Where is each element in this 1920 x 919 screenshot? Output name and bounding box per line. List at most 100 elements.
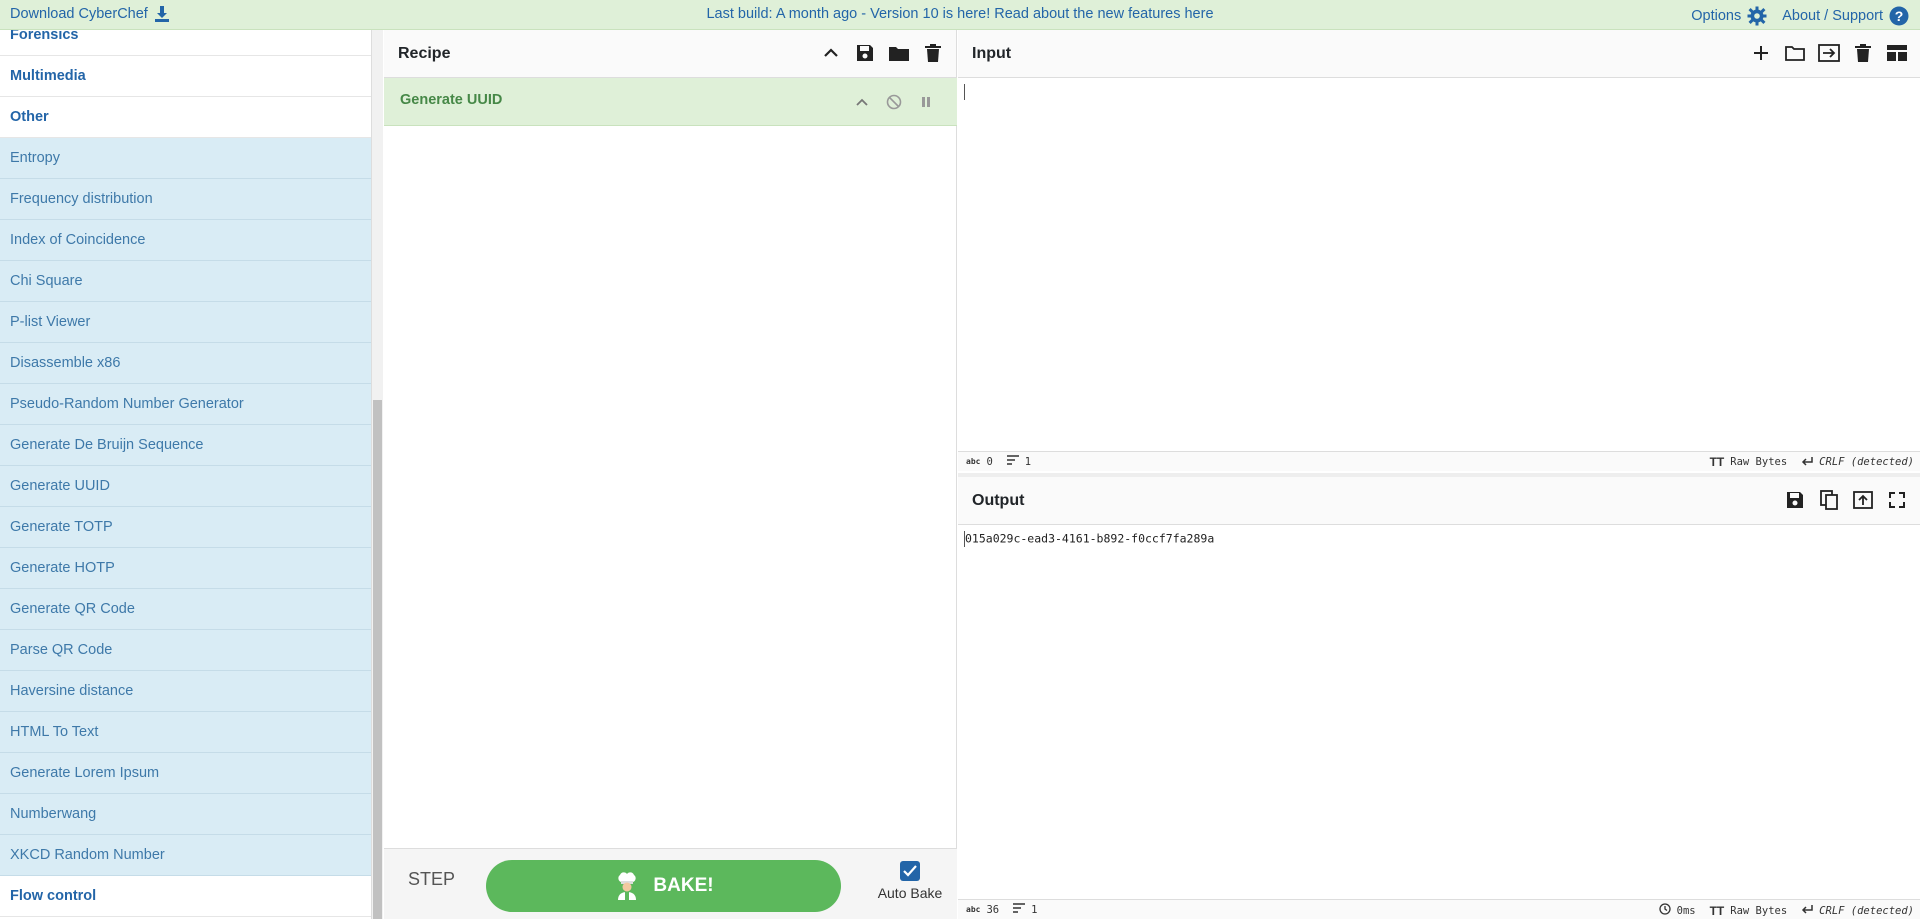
text-size-icon: TT: [1709, 903, 1725, 918]
bake-bar: STEP BAKE! Auto Bake: [384, 848, 957, 919]
open-folder-icon[interactable]: [1784, 42, 1806, 64]
copy-icon[interactable]: [1818, 489, 1840, 511]
scrollbar-thumb[interactable]: [373, 400, 382, 919]
lines-icon: [1006, 455, 1019, 468]
help-icon[interactable]: ?: [1888, 5, 1910, 27]
bake-label: BAKE!: [653, 875, 714, 896]
download-icon[interactable]: [154, 6, 170, 22]
operation-item[interactable]: Entropy: [0, 138, 371, 179]
folder-icon[interactable]: [888, 42, 910, 64]
operations-list: Forensics Multimedia Other Entropy Frequ…: [0, 30, 371, 917]
step-button[interactable]: STEP: [408, 869, 455, 890]
disable-icon[interactable]: [883, 91, 905, 113]
input-length: 0: [986, 455, 993, 468]
bake-button[interactable]: BAKE!: [486, 860, 841, 912]
recipe-operation[interactable]: Generate UUID: [384, 78, 957, 126]
category-forensics[interactable]: Forensics: [0, 30, 371, 56]
recipe-operation-name: Generate UUID: [400, 92, 503, 108]
operation-item[interactable]: Haversine distance: [0, 671, 371, 712]
svg-text:?: ?: [1895, 8, 1904, 24]
operation-item[interactable]: Disassemble x86: [0, 343, 371, 384]
operations-scrollbar[interactable]: [372, 30, 383, 919]
operation-item[interactable]: Generate Lorem Ipsum: [0, 753, 371, 794]
input-lines: 1: [1024, 455, 1032, 468]
operation-item[interactable]: Generate UUID: [0, 466, 371, 507]
input-encoding[interactable]: TT Raw Bytes: [1710, 455, 1788, 469]
output-panel: Output 015a029c-ead3-4161-b892-f0ccf7fa2…: [958, 477, 1920, 919]
output-time: 0ms: [1676, 904, 1696, 917]
operation-item[interactable]: P-list Viewer: [0, 302, 371, 343]
output-eol[interactable]: CRLF (detected): [1801, 904, 1914, 917]
category-flow-control[interactable]: Flow control: [0, 876, 371, 917]
recipe-title: Recipe: [398, 44, 451, 62]
top-banner: Download CyberChef Last build: A month a…: [0, 0, 1920, 30]
output-textarea[interactable]: 015a029c-ead3-4161-b892-f0ccf7fa289a: [958, 525, 1920, 553]
return-icon: [1801, 456, 1813, 469]
operation-item[interactable]: Numberwang: [0, 794, 371, 835]
output-length: 36: [986, 903, 1000, 916]
about-button[interactable]: About / Support ?: [1782, 5, 1910, 27]
trash-icon[interactable]: [922, 42, 944, 64]
download-label[interactable]: Download CyberChef: [10, 6, 148, 22]
output-title: Output: [972, 491, 1025, 509]
operation-item[interactable]: Generate TOTP: [0, 507, 371, 548]
about-label[interactable]: About / Support: [1782, 8, 1883, 24]
operation-item[interactable]: XKCD Random Number: [0, 835, 371, 876]
replace-input-icon[interactable]: [1852, 489, 1874, 511]
category-other[interactable]: Other: [0, 97, 371, 138]
length-icon: abc: [966, 457, 981, 466]
clear-input-icon[interactable]: [1852, 42, 1874, 64]
length-icon: abc: [966, 905, 981, 914]
operations-panel: Forensics Multimedia Other Entropy Frequ…: [0, 30, 372, 919]
input-eol[interactable]: CRLF (detected): [1801, 456, 1914, 469]
input-panel: Input abc 0 1 TT Raw Bytes CRLF (detected): [958, 30, 1920, 474]
operation-item[interactable]: Generate HOTP: [0, 548, 371, 589]
autobake-label: Auto Bake: [877, 885, 943, 901]
output-lines: 1: [1031, 903, 1038, 916]
output-encoding[interactable]: TT Raw Bytes: [1710, 904, 1788, 918]
category-multimedia[interactable]: Multimedia: [0, 56, 371, 97]
operation-item[interactable]: Pseudo-Random Number Generator: [0, 384, 371, 425]
save-icon[interactable]: [854, 42, 876, 64]
input-encoding-label: Raw Bytes: [1730, 456, 1788, 468]
build-message-link[interactable]: Last build: A month ago - Version 10 is …: [706, 6, 1213, 22]
operation-item[interactable]: Generate QR Code: [0, 589, 371, 630]
input-header: Input: [958, 30, 1920, 78]
output-encoding-label: Raw Bytes: [1730, 904, 1788, 917]
input-eol-label: CRLF (detected): [1819, 456, 1914, 468]
pause-icon[interactable]: [915, 91, 937, 113]
lines-icon: [1013, 903, 1026, 916]
save-output-icon[interactable]: [1784, 489, 1806, 511]
clock-icon: [1658, 903, 1671, 918]
output-value: 015a029c-ead3-4161-b892-f0ccf7fa289a: [965, 531, 1215, 546]
operation-item[interactable]: Index of Coincidence: [0, 220, 371, 261]
options-button[interactable]: Options: [1691, 5, 1768, 27]
open-file-icon[interactable]: [1818, 42, 1840, 64]
operation-item[interactable]: Generate De Bruijn Sequence: [0, 425, 371, 466]
collapse-icon[interactable]: [851, 91, 873, 113]
chevron-up-icon[interactable]: [820, 42, 842, 64]
input-textarea[interactable]: [958, 78, 1920, 106]
layout-icon[interactable]: [1886, 42, 1908, 64]
output-eol-label: CRLF (detected): [1819, 904, 1914, 917]
operation-item[interactable]: Chi Square: [0, 261, 371, 302]
autobake-toggle[interactable]: Auto Bake: [870, 861, 950, 901]
add-tab-icon[interactable]: [1750, 42, 1772, 64]
input-title: Input: [972, 44, 1012, 62]
options-label[interactable]: Options: [1691, 8, 1741, 24]
download-link[interactable]: Download CyberChef: [10, 6, 170, 22]
operation-item[interactable]: HTML To Text: [0, 712, 371, 753]
recipe-panel: Recipe Generate UUID STEP BAKE! Auto Bak…: [384, 30, 957, 919]
operation-item[interactable]: Frequency distribution: [0, 179, 371, 220]
output-statusbar: abc 36 1 0ms TT Raw Bytes CRLF (detected): [958, 899, 1920, 919]
output-header: Output: [958, 477, 1920, 525]
operation-item[interactable]: Parse QR Code: [0, 630, 371, 671]
autobake-checkbox[interactable]: [900, 861, 920, 881]
maximise-icon[interactable]: [1886, 489, 1908, 511]
input-statusbar: abc 0 1 TT Raw Bytes CRLF (detected): [958, 451, 1920, 471]
gear-icon[interactable]: [1746, 5, 1768, 27]
return-icon: [1801, 904, 1813, 917]
input-caret: [964, 84, 965, 100]
text-size-icon: TT: [1709, 455, 1725, 469]
chef-icon: [613, 872, 641, 900]
